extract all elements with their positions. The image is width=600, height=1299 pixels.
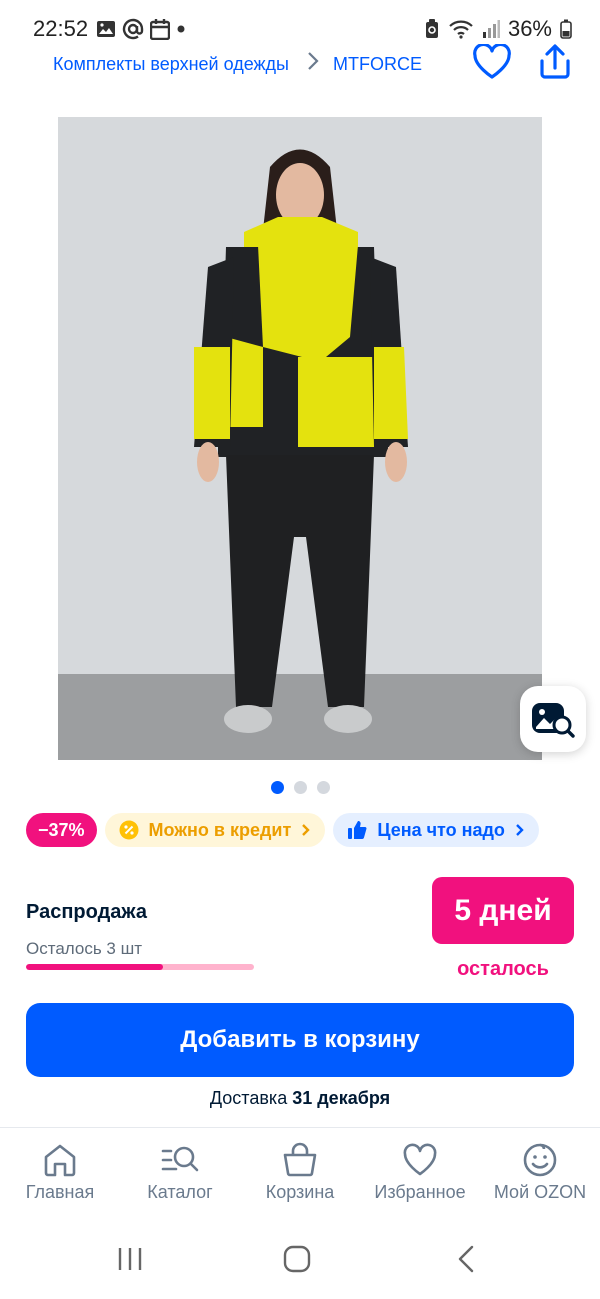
system-navigation-bar bbox=[0, 1222, 600, 1299]
breadcrumb-category-link[interactable]: Комплекты верхней одежды bbox=[53, 54, 289, 75]
recent-apps-icon[interactable] bbox=[115, 1244, 145, 1274]
signal-icon bbox=[482, 20, 500, 38]
notification-icons bbox=[96, 18, 186, 40]
tabbar-divider bbox=[0, 1127, 600, 1128]
stock-progress-bar bbox=[26, 964, 254, 970]
delivery-prefix: Доставка bbox=[209, 1088, 288, 1108]
battery-icon bbox=[560, 19, 572, 39]
stock-remaining: Осталось 3 шт bbox=[26, 939, 143, 958]
status-time: 22:52 bbox=[33, 16, 89, 41]
favorite-heart-icon[interactable] bbox=[472, 44, 512, 80]
tab-catalog-label: Каталог bbox=[147, 1182, 213, 1202]
gallery-dot[interactable] bbox=[270, 781, 284, 794]
sync-icon bbox=[425, 19, 438, 38]
badge-row: −37% Можно в кредит Цена что надо bbox=[26, 813, 539, 847]
add-to-cart-button[interactable]: Добавить в корзину bbox=[26, 1003, 574, 1077]
sale-days-caption: осталось bbox=[457, 958, 549, 980]
tab-catalog[interactable]: Каталог bbox=[120, 1136, 240, 1216]
gallery-pagination bbox=[0, 781, 600, 794]
calendar-icon bbox=[150, 19, 170, 40]
chevron-right-icon bbox=[302, 824, 311, 836]
thumbs-up-icon bbox=[348, 821, 367, 840]
product-photo[interactable] bbox=[58, 117, 542, 760]
tab-cart-label: Корзина bbox=[265, 1182, 335, 1202]
share-icon[interactable] bbox=[538, 44, 572, 80]
gallery-dot[interactable] bbox=[316, 781, 330, 794]
stock-progress-fill bbox=[26, 964, 163, 970]
cart-icon bbox=[283, 1142, 317, 1177]
image-search-icon bbox=[532, 703, 575, 738]
discount-label: −37% bbox=[38, 819, 85, 840]
chevron-right-icon bbox=[307, 51, 319, 77]
tab-home[interactable]: Главная bbox=[0, 1136, 120, 1216]
delivery-date: 31 декабря bbox=[292, 1088, 391, 1108]
tab-profile-label: Мой OZON bbox=[493, 1182, 587, 1202]
discount-badge: −37% bbox=[26, 813, 97, 847]
more-dot-icon bbox=[177, 25, 185, 33]
gallery-icon bbox=[97, 21, 115, 37]
sale-title: Распродажа bbox=[26, 901, 147, 923]
profile-icon bbox=[523, 1143, 557, 1177]
back-icon[interactable] bbox=[452, 1244, 482, 1274]
breadcrumb: Комплекты верхней одежды MTFORCE bbox=[53, 50, 422, 78]
wifi-icon bbox=[449, 20, 473, 39]
credit-chip[interactable]: Можно в кредит bbox=[104, 813, 326, 847]
photo-search-button[interactable] bbox=[520, 686, 586, 752]
catalog-icon bbox=[161, 1146, 199, 1172]
product-figure bbox=[194, 149, 408, 733]
tab-favorites-label: Избранное bbox=[374, 1182, 466, 1202]
at-sign-icon bbox=[122, 18, 144, 40]
home-button-icon[interactable] bbox=[282, 1244, 312, 1274]
heart-icon bbox=[403, 1143, 437, 1176]
status-right: 36% bbox=[424, 16, 572, 42]
credit-label: Можно в кредит bbox=[148, 819, 292, 840]
chevron-right-icon bbox=[516, 824, 524, 836]
battery-percent: 36% bbox=[507, 16, 552, 41]
sale-days-badge: 5 дней bbox=[432, 877, 574, 944]
tab-favorites[interactable]: Избранное bbox=[360, 1136, 480, 1216]
breadcrumb-brand-link[interactable]: MTFORCE bbox=[333, 54, 422, 75]
good-price-chip[interactable]: Цена что надо bbox=[333, 813, 539, 847]
tab-profile[interactable]: Мой OZON bbox=[480, 1136, 600, 1216]
bottom-tab-bar: Главная Каталог Корзина Избранное Мой OZ… bbox=[0, 1136, 600, 1216]
tab-home-label: Главная bbox=[25, 1182, 95, 1202]
percent-coin-icon bbox=[119, 820, 139, 840]
top-actions bbox=[472, 44, 572, 80]
tab-cart[interactable]: Корзина bbox=[240, 1136, 360, 1216]
delivery-info: Доставка 31 декабря bbox=[0, 1088, 600, 1109]
good-price-label: Цена что надо bbox=[377, 819, 505, 840]
gallery-dot[interactable] bbox=[293, 781, 307, 794]
home-icon bbox=[44, 1144, 76, 1177]
